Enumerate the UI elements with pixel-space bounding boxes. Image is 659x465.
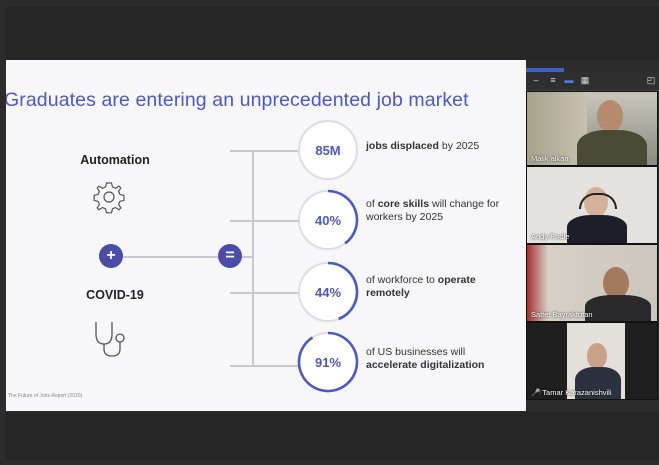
stat-description: jobs displaced by 2025 (366, 140, 480, 152)
participant-head (587, 343, 607, 369)
stat-value: 44% (314, 285, 342, 300)
video-panel-toolbar: – ≡ ▬ ▦ ◰ (526, 68, 659, 91)
participant-head (597, 100, 623, 132)
stat-description: of core skills will change for workers b… (366, 198, 500, 223)
source-citation: The Future of Jobs Report (2020) (8, 393, 83, 399)
top-letterbox (6, 6, 659, 60)
minimize-icon[interactable]: – (531, 75, 541, 85)
participant-tile[interactable]: Malik alkan (526, 91, 658, 166)
stat-description: of US businesses will accelerate digital… (366, 346, 485, 371)
participant-tile[interactable]: Andy Poole (526, 166, 658, 244)
stat-value: 91% (314, 355, 342, 370)
participant-name: 🎤̸ Tamar Karazanishvili (531, 388, 612, 397)
equals-icon: = (218, 244, 242, 268)
participant-tile[interactable]: Saffet Bayraktutan (526, 244, 658, 322)
stat-value: 85M (315, 143, 341, 158)
participant-body (577, 130, 647, 165)
fullscreen-icon[interactable]: ◰ (646, 75, 656, 85)
participant-name: Andy Poole (531, 232, 570, 241)
participant-name: Saffet Bayraktutan (531, 310, 593, 319)
bracket-tick (230, 150, 298, 152)
participant-name: Malik alkan (531, 154, 569, 163)
bracket-line (252, 150, 254, 366)
plus-icon: + (99, 244, 123, 268)
automation-label: Automation (80, 153, 150, 167)
bottom-letterbox (6, 412, 659, 460)
participant-body (567, 215, 627, 243)
headset-icon (579, 193, 617, 209)
connector-line (123, 256, 218, 258)
stat-description: of workforce to operate remotely (366, 274, 476, 299)
speaker-view-icon[interactable]: ▬ (564, 75, 574, 85)
shared-slide: Graduates are entering an unprecedented … (6, 60, 526, 411)
covid-label: COVID-19 (86, 288, 144, 302)
participant-tile[interactable]: 🎤̸ Tamar Karazanishvili (526, 322, 658, 400)
connector-line (242, 256, 252, 258)
bracket-tick (230, 220, 298, 222)
slide-title: Graduates are entering an unprecedented … (6, 89, 469, 111)
muted-microphone-icon: 🎤̸ (531, 388, 541, 397)
participant-body (585, 295, 651, 321)
stethoscope-icon (95, 322, 125, 357)
gear-icon (93, 182, 125, 214)
list-view-icon[interactable]: ≡ (548, 75, 558, 85)
bracket-tick (230, 292, 298, 294)
toolbar-accent (526, 68, 564, 72)
bracket-tick (230, 365, 298, 367)
grid-view-icon[interactable]: ▦ (580, 75, 590, 85)
stat-value: 40% (314, 213, 342, 228)
